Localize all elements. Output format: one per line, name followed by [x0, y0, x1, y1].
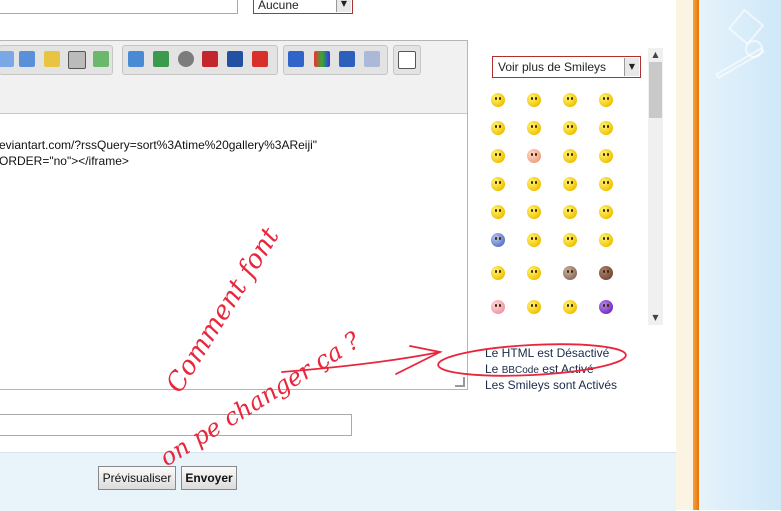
- toolbar-group-format: [283, 45, 388, 75]
- dark-face-icon[interactable]: [599, 266, 613, 280]
- tongue-icon[interactable]: [599, 121, 613, 135]
- shy-icon[interactable]: [563, 177, 577, 191]
- more-icon[interactable]: [398, 51, 416, 69]
- preview-button[interactable]: Prévisualiser: [98, 466, 176, 490]
- wink-icon[interactable]: [599, 93, 613, 107]
- toolbar-group-more: [393, 45, 421, 75]
- sunglasses-icon[interactable]: [527, 177, 541, 191]
- evil-icon[interactable]: [599, 149, 613, 163]
- resize-handle[interactable]: [455, 377, 465, 387]
- html-status: Le HTML est Désactivé: [485, 346, 610, 360]
- sleepy-icon[interactable]: [563, 300, 577, 314]
- more-smileys-select[interactable]: Voir plus de Smileys ▼: [492, 56, 641, 78]
- icon-select-value: Aucune: [258, 0, 299, 12]
- cool-icon[interactable]: [527, 121, 541, 135]
- chain-link-icon[interactable]: [178, 51, 194, 67]
- link-icon[interactable]: [0, 51, 14, 67]
- font-icon[interactable]: [339, 51, 355, 67]
- confused-icon[interactable]: [599, 205, 613, 219]
- message-editor[interactable]: eviantart.com/?rssQuery=sort%3Atime%20ga…: [0, 40, 468, 390]
- add-page-icon[interactable]: [93, 51, 109, 67]
- bbcode-status: Le BBCode est Activé: [485, 362, 594, 376]
- post-form: Aucune ▼ eviantart.com/?rssQuery=sort%3A…: [0, 0, 676, 511]
- laugh-icon[interactable]: [563, 121, 577, 135]
- pig-icon[interactable]: [491, 300, 505, 314]
- purple-question-icon[interactable]: [599, 300, 613, 314]
- subject-input[interactable]: [0, 0, 238, 14]
- angry-icon[interactable]: [599, 233, 613, 247]
- bbcode-link[interactable]: BBCode: [502, 365, 539, 376]
- smileys-status: Les Smileys sont Activés: [485, 378, 618, 392]
- twisted-icon[interactable]: [563, 233, 577, 247]
- worried-icon[interactable]: [527, 266, 541, 280]
- icon-select[interactable]: Aucune ▼: [253, 0, 353, 14]
- exclaim-icon[interactable]: [599, 177, 613, 191]
- mad-icon[interactable]: [527, 233, 541, 247]
- sad-icon[interactable]: [563, 149, 577, 163]
- blush-icon[interactable]: [491, 149, 505, 163]
- scroll-down-icon[interactable]: ▼: [648, 311, 663, 325]
- accent-border: [693, 0, 699, 510]
- bbcode-suffix: est Activé: [538, 362, 594, 376]
- chevron-down-icon: ▼: [336, 0, 351, 12]
- happy-icon[interactable]: [527, 93, 541, 107]
- neutral-icon[interactable]: [563, 205, 577, 219]
- background-right: [693, 0, 781, 510]
- decor-circle: [745, 40, 763, 58]
- color-grid-icon[interactable]: [314, 51, 330, 67]
- decor-square: [727, 8, 765, 46]
- scroll-up-icon[interactable]: ▲: [648, 48, 663, 62]
- image-icon[interactable]: [128, 51, 144, 67]
- editor-line-1: eviantart.com/?rssQuery=sort%3Atime%20ga…: [0, 138, 318, 152]
- bbcode-prefix: Le: [485, 362, 502, 376]
- send-button[interactable]: Envoyer: [181, 466, 237, 490]
- grin-icon[interactable]: [563, 93, 577, 107]
- dizzy-icon[interactable]: [527, 300, 541, 314]
- toolbar-group-media: [122, 45, 278, 75]
- dailymotion-icon[interactable]: [227, 51, 243, 67]
- scroll-thumb[interactable]: [649, 62, 662, 118]
- more-smileys-label: Voir plus de Smileys: [498, 60, 607, 74]
- devil-icon[interactable]: [491, 177, 505, 191]
- page-icon[interactable]: [68, 51, 86, 69]
- rolleyes-icon[interactable]: [491, 233, 505, 247]
- editor-toolbar: [0, 41, 467, 114]
- attachment-input[interactable]: [0, 414, 352, 436]
- text-color-icon[interactable]: [288, 51, 304, 67]
- smile-icon[interactable]: [491, 93, 505, 107]
- youtube-icon[interactable]: [202, 51, 218, 67]
- smiley-scrollbar[interactable]: ▲ ▼: [648, 48, 663, 325]
- toolbar-group-insert: [0, 45, 113, 75]
- upload-image-icon[interactable]: [153, 51, 169, 67]
- unsure-icon[interactable]: [491, 266, 505, 280]
- question-icon[interactable]: [491, 205, 505, 219]
- editor-line-2: ORDER="no"></iframe>: [0, 154, 129, 168]
- eek-icon[interactable]: [491, 121, 505, 135]
- idea-icon[interactable]: [527, 205, 541, 219]
- refresh-icon[interactable]: [19, 51, 35, 67]
- flash-icon[interactable]: [252, 51, 268, 67]
- clear-format-icon[interactable]: [364, 51, 380, 67]
- note-icon[interactable]: [44, 51, 60, 67]
- paper-edge: [676, 0, 693, 510]
- editor-content[interactable]: eviantart.com/?rssQuery=sort%3Atime%20ga…: [0, 137, 317, 169]
- cat-icon[interactable]: [563, 266, 577, 280]
- pink-face-icon[interactable]: [527, 149, 541, 163]
- chevron-down-icon: ▼: [624, 58, 639, 76]
